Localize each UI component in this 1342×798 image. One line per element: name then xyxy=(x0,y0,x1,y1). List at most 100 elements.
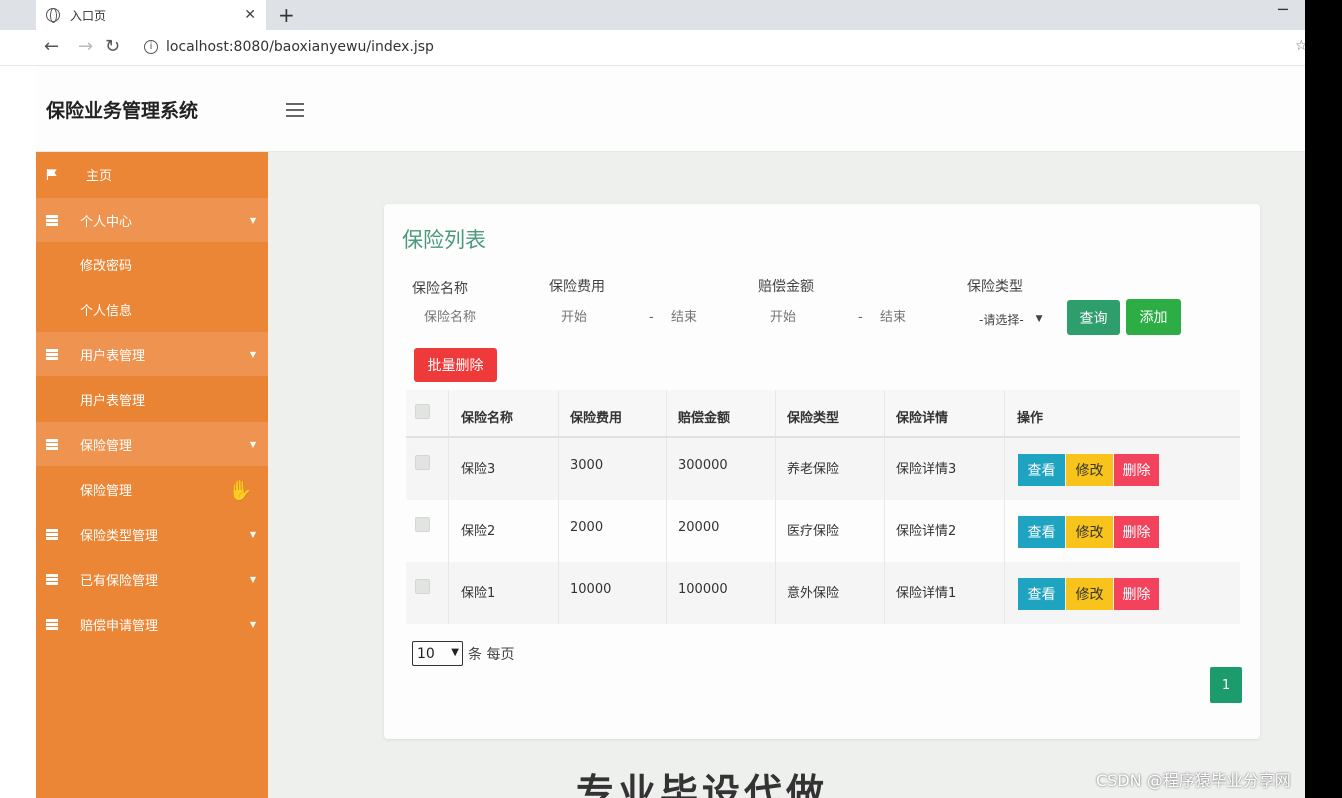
sidebar-group-claims[interactable]: 赔偿申请管理 ▼ xyxy=(36,602,268,646)
hand-cursor-icon: ✋ xyxy=(228,478,253,502)
cell-fee: 3000 xyxy=(570,458,604,473)
grid-icon xyxy=(46,214,58,226)
sidebar-group-insurance-type[interactable]: 保险类型管理 ▼ xyxy=(36,512,268,556)
sidebar-item-user-manage[interactable]: 用户表管理 xyxy=(36,377,268,421)
chevron-down-icon: ▼ xyxy=(1035,314,1043,324)
column-divider xyxy=(666,438,667,500)
column-divider xyxy=(884,390,885,436)
query-button[interactable]: 查询 xyxy=(1067,300,1120,335)
sidebar-group-existing-insurance[interactable]: 已有保险管理 ▼ xyxy=(36,557,268,601)
caret-down-icon: ▼ xyxy=(249,619,256,629)
column-divider xyxy=(448,500,449,562)
app-title: 保险业务管理系统 xyxy=(46,100,199,122)
sidebar-item-home[interactable]: 主页 xyxy=(36,152,268,196)
hamburger-menu-icon[interactable] xyxy=(286,103,304,117)
browser-tab[interactable]: 入口页 ✕ xyxy=(36,0,266,30)
minimize-button[interactable]: ─ xyxy=(1278,0,1288,19)
tab-bar: 入口页 ✕ + ─ xyxy=(0,0,1305,30)
row-checkbox[interactable] xyxy=(415,455,430,470)
view-button[interactable]: 查看 xyxy=(1018,516,1065,548)
cell-type: 医疗保险 xyxy=(787,524,840,539)
header-name: 保险名称 xyxy=(461,411,514,426)
url-field[interactable]: localhost:8080/baoxianyewu/index.jsp xyxy=(166,39,434,55)
app-header: 保险业务管理系统 xyxy=(36,66,1305,152)
view-button[interactable]: 查看 xyxy=(1018,454,1065,486)
column-divider xyxy=(448,390,449,436)
fee-end-input[interactable] xyxy=(671,309,751,324)
delete-button[interactable]: 删除 xyxy=(1114,516,1159,548)
caret-down-icon: ▼ xyxy=(249,215,256,225)
column-divider xyxy=(1004,390,1005,436)
name-filter-label: 保险名称 xyxy=(412,281,468,297)
type-filter-select[interactable]: -请选择- ▼ xyxy=(979,305,1059,333)
column-divider xyxy=(775,562,776,624)
sidebar-item-personal-info[interactable]: 个人信息 xyxy=(36,287,268,331)
name-filter-input[interactable] xyxy=(424,309,534,324)
row-checkbox[interactable] xyxy=(415,517,430,532)
table-header-row: 保险名称 保险费用 赔偿金额 保险类型 保险详情 操作 xyxy=(406,390,1240,438)
sidebar-group-personal[interactable]: 个人中心 ▼ xyxy=(36,198,268,242)
compensation-start-input[interactable] xyxy=(770,309,850,324)
watermark: CSDN @程序猿毕业分享网 xyxy=(1096,771,1291,790)
cell-detail: 保险详情1 xyxy=(896,586,957,601)
delete-button[interactable]: 删除 xyxy=(1114,578,1159,610)
sidebar-item-label: 保险管理 xyxy=(80,483,133,499)
sidebar-group-insurance[interactable]: 保险管理 ▼ xyxy=(36,422,268,466)
main-content: 保险列表 保险名称 保险费用 - 赔偿金额 - 保险类型 -请选择- ▼ xyxy=(268,152,1305,798)
edit-button[interactable]: 修改 xyxy=(1066,454,1113,486)
column-divider xyxy=(448,438,449,500)
globe-icon xyxy=(46,8,60,23)
caret-down-icon: ▼ xyxy=(249,574,256,584)
table-row: 保险2 2000 20000 医疗保险 保险详情2 查看 修改 删除 xyxy=(406,500,1240,562)
column-divider xyxy=(775,500,776,562)
fee-start-input[interactable] xyxy=(561,309,641,324)
sidebar-item-change-password[interactable]: 修改密码 xyxy=(36,242,268,286)
select-all-checkbox[interactable] xyxy=(415,404,430,419)
caret-down-icon: ▼ xyxy=(249,439,256,449)
cell-type: 意外保险 xyxy=(787,586,840,601)
edit-button[interactable]: 修改 xyxy=(1066,578,1113,610)
page-size-value: 10 xyxy=(417,645,435,662)
left-margin xyxy=(0,66,36,798)
card-title: 保险列表 xyxy=(402,228,486,252)
batch-delete-button[interactable]: 批量删除 xyxy=(414,348,497,382)
compensation-end-input[interactable] xyxy=(880,309,960,324)
new-tab-button[interactable]: + xyxy=(278,3,295,27)
screen: 入口页 ✕ + ─ ← → ↻ i localhost:8080/baoxian… xyxy=(0,0,1342,798)
header-fee: 保险费用 xyxy=(570,411,623,426)
sidebar-item-label: 保险类型管理 xyxy=(80,528,159,544)
forward-arrow-icon[interactable]: → xyxy=(78,36,93,57)
address-bar: ← → ↻ i localhost:8080/baoxianyewu/index… xyxy=(0,30,1305,66)
edit-button[interactable]: 修改 xyxy=(1066,516,1113,548)
insurance-list-card: 保险列表 保险名称 保险费用 - 赔偿金额 - 保险类型 -请选择- ▼ xyxy=(384,204,1260,739)
add-button[interactable]: 添加 xyxy=(1126,299,1181,335)
grid-icon xyxy=(46,348,58,360)
cell-name: 保险3 xyxy=(461,462,496,477)
column-divider xyxy=(448,562,449,624)
sidebar-group-users[interactable]: 用户表管理 ▼ xyxy=(36,332,268,376)
right-black-edge xyxy=(1305,0,1342,798)
site-info-icon[interactable]: i xyxy=(144,40,158,54)
sidebar-item-label: 个人信息 xyxy=(80,303,133,319)
tab-title: 入口页 xyxy=(70,8,107,23)
column-divider xyxy=(884,500,885,562)
caret-down-icon: ▼ xyxy=(249,529,256,539)
cell-fee: 10000 xyxy=(570,582,612,597)
reload-icon[interactable]: ↻ xyxy=(105,36,120,57)
back-arrow-icon[interactable]: ← xyxy=(44,36,59,57)
column-divider xyxy=(884,562,885,624)
bookmark-star-icon[interactable]: ☆ xyxy=(1295,38,1305,54)
column-divider xyxy=(666,390,667,436)
view-button[interactable]: 查看 xyxy=(1018,578,1065,610)
column-divider xyxy=(884,438,885,500)
page-button-current[interactable]: 1 xyxy=(1210,667,1242,703)
tab-close-icon[interactable]: ✕ xyxy=(244,7,256,23)
row-checkbox[interactable] xyxy=(415,579,430,594)
header-detail: 保险详情 xyxy=(896,411,949,426)
column-divider xyxy=(1004,500,1005,562)
sidebar-item-label: 赔偿申请管理 xyxy=(80,618,159,634)
page-size-select[interactable]: 10 ▼ xyxy=(412,641,463,666)
sidebar-item-label: 用户表管理 xyxy=(80,348,146,364)
delete-button[interactable]: 删除 xyxy=(1114,454,1159,486)
compensation-filter-label: 赔偿金额 xyxy=(758,279,814,295)
